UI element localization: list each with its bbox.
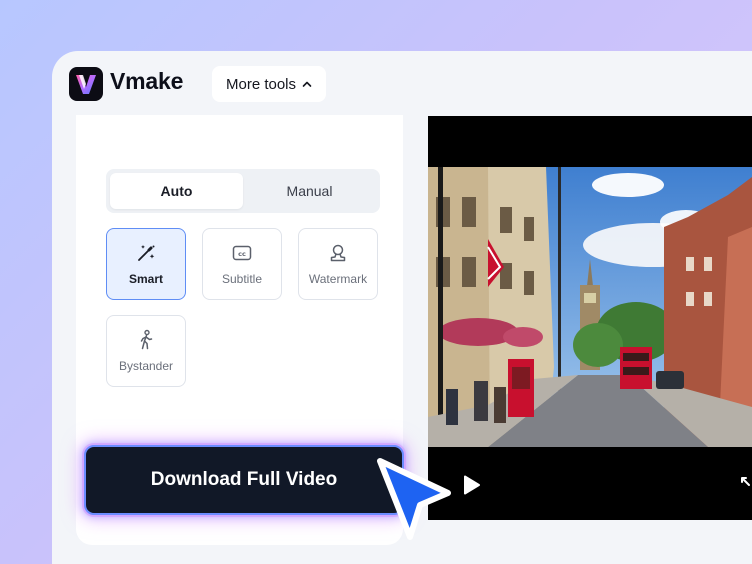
magic-wand-icon (138, 245, 155, 261)
play-icon[interactable] (460, 474, 482, 496)
video-player[interactable] (428, 116, 752, 520)
tool-smart[interactable]: Smart (106, 228, 186, 300)
tool-label: Smart (128, 272, 163, 286)
download-full-video-button[interactable]: Download Full Video (84, 445, 404, 515)
tool-label: Subtitle (221, 272, 263, 286)
tool-watermark[interactable]: Watermark (298, 228, 378, 300)
more-tools-label: More tools (225, 75, 297, 93)
vmake-logo-icon (69, 67, 103, 101)
chevron-up-icon (302, 81, 312, 87)
brand-name: Vmake (110, 68, 184, 94)
watermark-icon (330, 244, 346, 262)
tool-bystander[interactable]: Bystander (106, 315, 186, 387)
tool-label: Bystander (118, 359, 174, 373)
walking-person-icon (140, 329, 153, 350)
tab-auto[interactable]: Auto (110, 173, 243, 209)
pointer-cursor-icon (377, 458, 451, 540)
expand-icon[interactable] (740, 474, 752, 490)
cc-icon: cc (232, 245, 252, 261)
mode-switch: Auto Manual (106, 169, 380, 213)
top-bar: Vmake More tools (52, 51, 752, 115)
tool-subtitle[interactable]: cc Subtitle (202, 228, 282, 300)
more-tools-button[interactable]: More tools (212, 66, 326, 102)
svg-text:cc: cc (238, 250, 246, 258)
tool-label: Watermark (308, 272, 368, 286)
video-frame-street-scene (428, 167, 752, 447)
tab-manual[interactable]: Manual (243, 173, 376, 209)
